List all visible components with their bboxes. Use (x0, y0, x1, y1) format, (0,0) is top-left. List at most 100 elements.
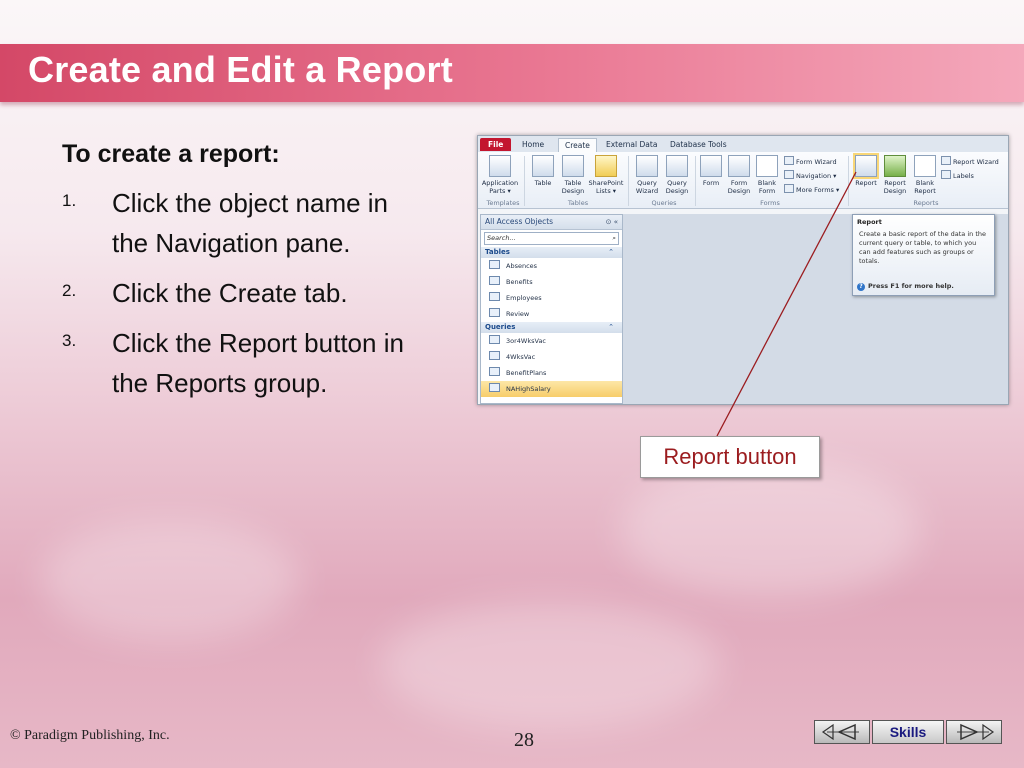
list-item-label: NAHighSalary (506, 385, 551, 393)
triangle-right-icon (957, 723, 995, 741)
skills-button[interactable]: Skills (872, 720, 944, 744)
more-forms-button[interactable]: More Forms ▾ (784, 184, 839, 195)
section-header-tables[interactable]: Tables ⌃ (481, 247, 622, 258)
chevron-down-icon[interactable]: ⊙ « (606, 215, 618, 229)
report-design-button[interactable]: Report Design (880, 155, 910, 195)
navigation-button[interactable]: Navigation ▾ (784, 170, 836, 181)
search-icon[interactable]: ⌕ (612, 233, 616, 244)
labels-button[interactable]: Labels (941, 170, 974, 181)
group-separator (848, 156, 849, 206)
query-design-button[interactable]: Query Design (662, 155, 692, 195)
sharepoint-lists-button[interactable]: SharePoint Lists ▾ (588, 155, 624, 195)
blank-form-label: Blank Form (757, 179, 777, 195)
table-icon (489, 308, 500, 317)
list-item-label: Benefits (506, 278, 533, 286)
slide-nav: Skills (814, 720, 1002, 744)
blank-form-button[interactable]: Blank Form (752, 155, 782, 195)
list-item-label: 4WksVac (506, 353, 536, 361)
form-wizard-icon (784, 156, 794, 165)
list-item[interactable]: BenefitPlans (481, 365, 622, 381)
query-icon (489, 367, 500, 376)
table-icon (489, 276, 500, 285)
query-wizard-icon (636, 155, 658, 177)
report-label: Report (855, 179, 877, 187)
list-item[interactable]: Review (481, 306, 622, 322)
tab-database-tools[interactable]: Database Tools (664, 138, 733, 151)
ribbon: Application Parts ▾ Table Table Design S… (478, 152, 1008, 209)
table-design-label: Table Design (561, 179, 585, 195)
list-item-label: BenefitPlans (506, 369, 547, 377)
table-button[interactable]: Table (528, 155, 558, 187)
report-design-label: Report Design (883, 179, 907, 195)
group-separator (524, 156, 525, 206)
list-item-label: Review (506, 310, 530, 318)
group-label-tables: Tables (567, 199, 589, 207)
step-text: Click the Report button in the Reports g… (112, 328, 404, 398)
report-icon (855, 155, 877, 177)
group-label-templates: Templates (486, 199, 520, 207)
query-wizard-button[interactable]: Query Wizard (632, 155, 662, 195)
tooltip-help-text: Press F1 for more help. (868, 282, 954, 290)
tab-file[interactable]: File (480, 138, 512, 151)
collapse-icon[interactable]: ⌃ (608, 247, 614, 258)
report-wizard-label: Report Wizard (953, 158, 999, 166)
navigation-pane-title: All Access Objects (485, 217, 554, 226)
list-item[interactable]: 3or4WksVac (481, 333, 622, 349)
step-item: 1. Click the object name in the Navigati… (62, 183, 422, 263)
tab-home[interactable]: Home (516, 138, 550, 151)
page-number: 28 (514, 729, 534, 751)
table-design-icon (562, 155, 584, 177)
blank-report-icon (914, 155, 936, 177)
query-wizard-label: Query Wizard (635, 179, 659, 195)
collapse-icon[interactable]: ⌃ (608, 322, 614, 333)
group-separator (628, 156, 629, 206)
query-design-label: Query Design (665, 179, 689, 195)
list-item[interactable]: Absences (481, 258, 622, 274)
previous-button[interactable] (814, 720, 870, 744)
table-design-button[interactable]: Table Design (558, 155, 588, 195)
search-placeholder: Search... (487, 234, 516, 242)
table-icon (489, 292, 500, 301)
navigation-icon (784, 170, 794, 179)
form-wizard-button[interactable]: Form Wizard (784, 156, 837, 167)
list-item-selected[interactable]: NAHighSalary (481, 381, 622, 397)
slide-body: To create a report: 1. Click the object … (62, 140, 422, 413)
query-icon (489, 383, 500, 392)
section-label: Queries (485, 323, 516, 331)
background-cloud (380, 600, 720, 730)
report-wizard-button[interactable]: Report Wizard (941, 156, 999, 167)
form-design-button[interactable]: Form Design (724, 155, 754, 195)
form-icon (700, 155, 722, 177)
blank-report-button[interactable]: Blank Report (910, 155, 940, 195)
sharepoint-lists-label: SharePoint Lists ▾ (588, 179, 624, 195)
blank-form-icon (756, 155, 778, 177)
steps-list: 1. Click the object name in the Navigati… (62, 183, 422, 403)
labels-label: Labels (953, 172, 974, 180)
tooltip-title: Report (857, 218, 882, 226)
lead-text: To create a report: (62, 140, 280, 168)
query-icon (489, 335, 500, 344)
group-label-reports: Reports (913, 199, 939, 207)
section-header-queries[interactable]: Queries ⌃ (481, 322, 622, 333)
next-button[interactable] (946, 720, 1002, 744)
application-parts-button[interactable]: Application Parts ▾ (480, 155, 520, 195)
step-number: 1. (62, 191, 77, 210)
tab-external-data[interactable]: External Data (600, 138, 663, 151)
application-parts-icon (489, 155, 511, 177)
more-forms-label: More Forms ▾ (796, 186, 840, 194)
help-icon: ? (857, 283, 865, 291)
step-text: Click the Create tab. (112, 278, 348, 308)
list-item[interactable]: 4WksVac (481, 349, 622, 365)
form-label: Form (702, 179, 720, 187)
list-item[interactable]: Employees (481, 290, 622, 306)
tab-create[interactable]: Create (558, 138, 597, 152)
report-button[interactable]: Report (851, 155, 881, 187)
blank-report-label: Blank Report (914, 179, 936, 195)
navigation-pane-header[interactable]: All Access Objects ⊙ « (481, 215, 622, 230)
list-item[interactable]: Benefits (481, 274, 622, 290)
search-input[interactable]: Search... ⌕ (484, 232, 619, 245)
sharepoint-lists-icon (595, 155, 617, 177)
report-design-icon (884, 155, 906, 177)
form-button[interactable]: Form (696, 155, 726, 187)
report-button-callout: Report button (640, 436, 820, 478)
